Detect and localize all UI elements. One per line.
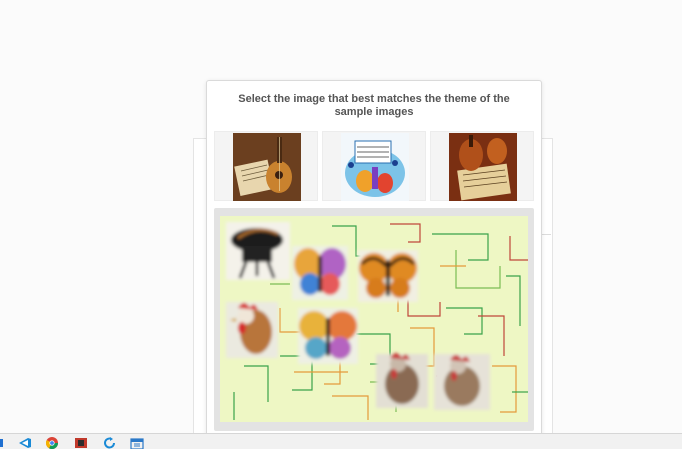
butterfly-icon xyxy=(298,308,358,364)
guitar-sheet-music-icon xyxy=(233,133,301,201)
background-divider xyxy=(541,234,551,235)
sample-image xyxy=(322,131,426,201)
butterfly-icon xyxy=(292,246,348,300)
puzzle-canvas[interactable] xyxy=(220,216,528,422)
violin-sheet-music-icon xyxy=(449,133,517,201)
choice-image[interactable] xyxy=(292,246,348,300)
app-icon[interactable] xyxy=(74,437,88,449)
start-icon[interactable] xyxy=(0,437,14,449)
calendar-icon[interactable] xyxy=(130,437,144,449)
sample-image xyxy=(430,131,534,201)
taskbar xyxy=(0,433,682,449)
sample-image xyxy=(214,131,318,201)
choice-image[interactable] xyxy=(226,302,278,358)
choice-image[interactable] xyxy=(358,250,418,302)
colorful-instruments-music-notes-icon xyxy=(341,133,409,201)
choice-image[interactable] xyxy=(434,354,490,410)
choice-image[interactable] xyxy=(226,222,290,280)
image-choice-area[interactable] xyxy=(214,208,534,431)
captcha-dialog: Select the image that best matches the t… xyxy=(206,80,542,442)
refresh-app-icon[interactable] xyxy=(103,437,117,449)
rooster-icon xyxy=(226,302,278,358)
chrome-icon[interactable] xyxy=(45,437,59,449)
captcha-prompt: Select the image that best matches the t… xyxy=(238,93,510,118)
piano-chair-icon xyxy=(226,222,290,280)
rooster-icon xyxy=(376,353,428,408)
rooster-icon xyxy=(434,354,490,410)
sample-images xyxy=(214,131,534,201)
choice-image[interactable] xyxy=(376,353,428,408)
vscode-icon[interactable] xyxy=(18,437,32,449)
butterfly-icon xyxy=(358,250,418,302)
choice-image[interactable] xyxy=(298,308,358,364)
